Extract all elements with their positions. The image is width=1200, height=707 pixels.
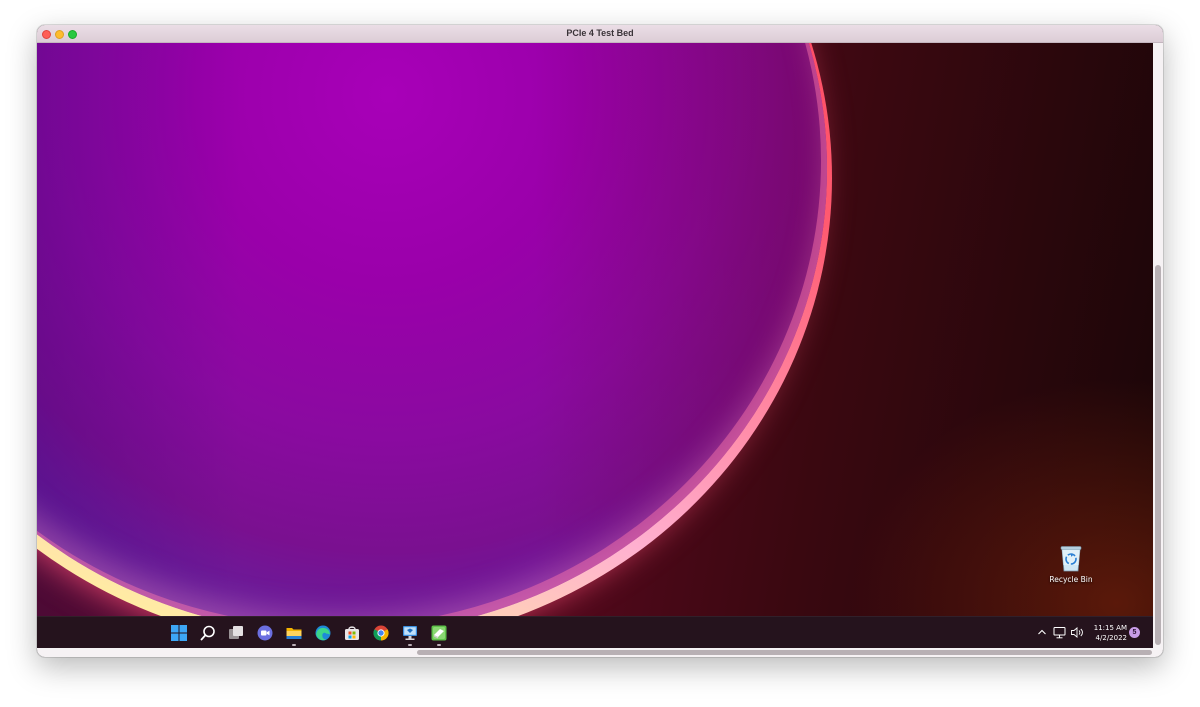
notification-badge[interactable]: 5 (1129, 627, 1140, 638)
clock[interactable]: 11:15 AM 4/2/2022 (1091, 623, 1127, 643)
running-indicator (292, 644, 296, 646)
remote-desktop-icon[interactable] (401, 624, 419, 642)
green-app-icon[interactable] (430, 624, 448, 642)
wallpaper-edge (37, 43, 827, 616)
horizontal-scrollbar-thumb[interactable] (417, 650, 1152, 655)
clock-date: 4/2/2022 (1095, 634, 1127, 642)
folder-icon[interactable] (285, 624, 303, 642)
horizontal-scrollbar[interactable] (37, 648, 1163, 657)
clock-time: 11:15 AM (1093, 624, 1127, 632)
desktop[interactable]: Recycle Bin (37, 43, 1153, 616)
windows-start-icon[interactable] (170, 624, 188, 642)
taskbar: 11:15 AM 4/2/2022 5 (37, 616, 1153, 649)
app-window: PCIe 4 Test Bed Recycle Bin 11:15 AM 4/2… (37, 25, 1163, 657)
recycle-bin-icon (1060, 546, 1082, 572)
teams-chat-icon[interactable] (256, 624, 274, 642)
chevron-up-icon[interactable] (1037, 626, 1047, 638)
chrome-icon[interactable] (372, 624, 390, 642)
running-indicator (437, 644, 441, 646)
volume-icon[interactable] (1070, 626, 1084, 639)
network-icon[interactable] (1053, 626, 1066, 639)
running-indicator (408, 644, 412, 646)
desktop-icon-recycle-bin[interactable]: Recycle Bin (1045, 543, 1097, 584)
vertical-scrollbar-thumb[interactable] (1155, 265, 1161, 645)
title-bar[interactable]: PCIe 4 Test Bed (37, 25, 1163, 43)
store-icon[interactable] (343, 624, 361, 642)
task-view-icon[interactable] (227, 624, 245, 642)
window-title: PCIe 4 Test Bed (566, 28, 634, 38)
edge-icon[interactable] (314, 624, 332, 642)
vertical-scrollbar[interactable] (1153, 43, 1163, 648)
search-icon[interactable] (199, 624, 217, 642)
desktop-icon-label: Recycle Bin (1049, 575, 1093, 584)
